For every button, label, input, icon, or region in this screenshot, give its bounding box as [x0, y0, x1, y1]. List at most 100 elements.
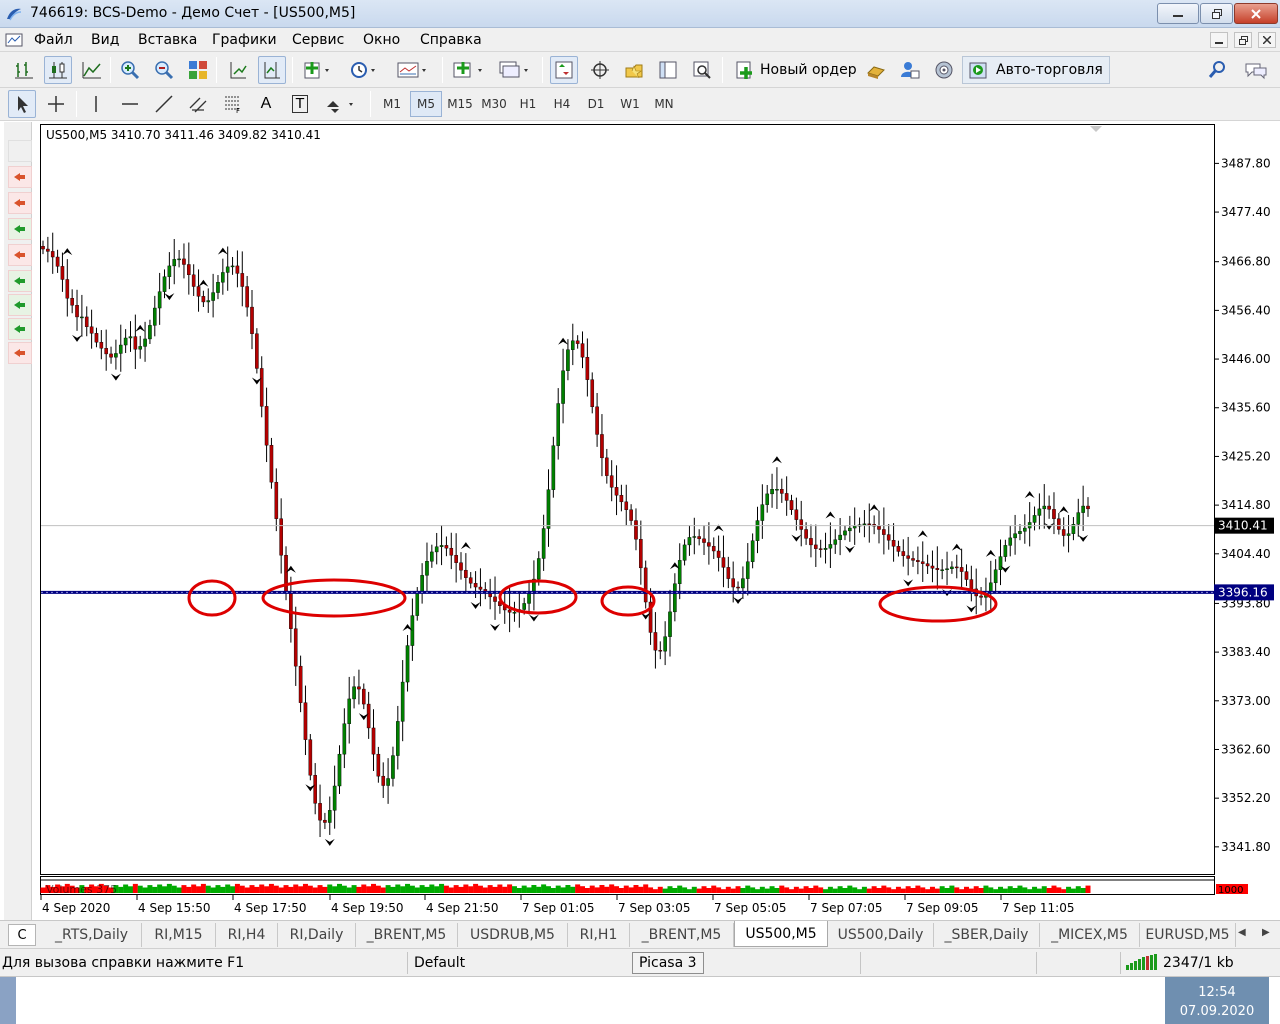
chat-button[interactable]: [1242, 56, 1270, 84]
timeframe-m15-button[interactable]: M15: [444, 91, 476, 117]
tab-chart[interactable]: _BRENT,M5: [630, 923, 734, 947]
candle-body: [386, 778, 390, 786]
menu-view[interactable]: Вид: [91, 32, 119, 48]
timeframe-w1-button[interactable]: W1: [614, 91, 646, 117]
community-button[interactable]: [896, 56, 924, 84]
candlestick-chart-button[interactable]: [44, 56, 72, 84]
profiles-icon: [499, 61, 528, 78]
tab-chart[interactable]: _MICEX,M5: [1040, 923, 1140, 947]
chart-window[interactable]: 3487.80 3477.40 3466.80 3456.40 3446.00 3435.…: [40, 124, 1276, 920]
arrows-tool-button[interactable]: [320, 90, 360, 118]
mdi-close-button[interactable]: [1258, 32, 1276, 48]
line-chart-button[interactable]: [78, 56, 106, 84]
trendline-tool-button[interactable]: [150, 90, 178, 118]
menu-charts[interactable]: Графики: [212, 32, 277, 48]
tab-chart[interactable]: RI,Daily: [278, 923, 356, 947]
timeframe-d1-button[interactable]: D1: [580, 91, 612, 117]
tab-scroll-right-icon[interactable]: ▶: [1262, 927, 1270, 938]
signal-cell[interactable]: [8, 294, 32, 316]
timeframe-m30-button[interactable]: M30: [478, 91, 510, 117]
candle-body: [614, 487, 619, 496]
objects-toolbar: F A T M1 M5 M15 M30 H1 H4 D1 W1 MN: [0, 88, 1280, 121]
signal-cell[interactable]: [8, 244, 32, 266]
mdi-minimize-button[interactable]: [1210, 32, 1228, 48]
menu-insert[interactable]: Вставка: [138, 32, 197, 48]
templates-button[interactable]: [394, 56, 432, 84]
volume-bar: [225, 884, 231, 893]
tab-chart[interactable]: _BRENT,M5: [356, 923, 458, 947]
tab-chart[interactable]: RI,M15: [142, 923, 216, 947]
market-watch-button[interactable]: [550, 56, 578, 84]
cursor-icon: [18, 96, 28, 113]
menu-file[interactable]: Файл: [34, 32, 73, 48]
chart-tabs-toggle[interactable]: C: [8, 924, 36, 946]
taskbar-clock[interactable]: 12:54 07.09.2020: [1165, 977, 1269, 1024]
signal-cell[interactable]: [8, 166, 32, 188]
menu-help[interactable]: Справка: [420, 32, 482, 48]
periods-button[interactable]: [346, 56, 382, 84]
search-button[interactable]: [1204, 56, 1232, 84]
crosshair-tool-button[interactable]: [42, 90, 70, 118]
toolbar-separator: [76, 91, 77, 117]
signal-cell[interactable]: [8, 218, 32, 240]
horizontal-line-tool-button[interactable]: [116, 90, 144, 118]
chart-shift-button[interactable]: [258, 56, 286, 84]
zoom-out-button[interactable]: [150, 56, 178, 84]
market-button[interactable]: [930, 56, 958, 84]
price-chart[interactable]: 3487.80 3477.40 3466.80 3456.40 3446.00 3435.…: [40, 124, 1276, 920]
new-order-button[interactable]: Новый ордер: [728, 56, 864, 84]
tab-chart[interactable]: RI,H1: [568, 923, 630, 947]
tab-chart[interactable]: _SBER,Daily: [934, 923, 1040, 947]
close-button[interactable]: [1234, 3, 1278, 24]
navigator-button[interactable]: [620, 56, 648, 84]
new-chart-button[interactable]: [450, 56, 488, 84]
menu-window[interactable]: Окно: [363, 32, 400, 48]
tab-scroll-left-icon[interactable]: ◀: [1238, 927, 1246, 938]
zoom-in-button[interactable]: [116, 56, 144, 84]
candle-body: [852, 525, 857, 529]
text-label-tool-button[interactable]: T: [286, 90, 314, 118]
price-label: 3414.80: [1221, 498, 1271, 512]
timeframe-mn-button[interactable]: MN: [648, 91, 680, 117]
restore-button[interactable]: [1200, 3, 1233, 24]
tile-windows-button[interactable]: [184, 56, 212, 84]
timeframe-h1-button[interactable]: H1: [512, 91, 544, 117]
profiles-button[interactable]: [496, 56, 534, 84]
equidistant-channel-tool-button[interactable]: [184, 90, 212, 118]
volume-bar: [1070, 888, 1076, 893]
candle-body: [823, 547, 828, 550]
timeframe-h4-button[interactable]: H4: [546, 91, 578, 117]
signal-cell[interactable]: [8, 318, 32, 340]
signal-cell[interactable]: [8, 192, 32, 214]
tab-chart[interactable]: US500,Daily: [828, 923, 934, 947]
taskbar-start-area[interactable]: [0, 977, 16, 1024]
vertical-line-tool-button[interactable]: [82, 90, 110, 118]
tab-chart[interactable]: USDRUB,M5: [458, 923, 568, 947]
signals-button[interactable]: [862, 56, 890, 84]
cursor-tool-button[interactable]: [8, 90, 36, 118]
signal-cell[interactable]: [8, 342, 32, 364]
indicators-button[interactable]: [300, 56, 336, 84]
text-tool-button[interactable]: A: [252, 90, 280, 118]
terminal-button[interactable]: [654, 56, 682, 84]
fibonacci-tool-button[interactable]: F: [218, 90, 246, 118]
signal-cell[interactable]: [8, 270, 32, 292]
strategy-tester-button[interactable]: [688, 56, 716, 84]
menu-tools[interactable]: Сервис: [292, 32, 344, 48]
minimize-button[interactable]: [1157, 3, 1199, 24]
data-window-button[interactable]: [586, 56, 614, 84]
volume-bar: [395, 884, 401, 893]
volume-bar: [414, 887, 420, 893]
tab-chart[interactable]: RI,H4: [216, 923, 278, 947]
autoscroll-button[interactable]: [224, 56, 252, 84]
bar-chart-button[interactable]: [10, 56, 38, 84]
timeframe-m1-button[interactable]: M1: [376, 91, 408, 117]
tab-chart[interactable]: EURUSD,M5: [1140, 923, 1236, 947]
signal-cell[interactable]: [8, 140, 32, 162]
auto-trading-button[interactable]: Авто-торговля: [962, 56, 1110, 84]
user-chart-icon: [901, 62, 920, 79]
tab-chart[interactable]: _RTS,Daily: [42, 923, 142, 947]
mdi-restore-button[interactable]: [1234, 32, 1252, 48]
timeframe-m5-button[interactable]: M5: [410, 91, 442, 117]
tab-chart[interactable]: US500,M5: [734, 921, 828, 947]
